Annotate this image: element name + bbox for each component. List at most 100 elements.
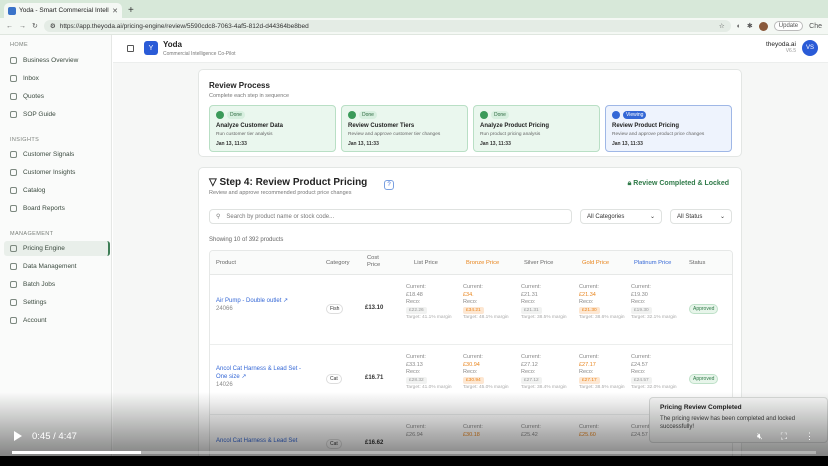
sidebar-item-label: Business Overview xyxy=(23,57,79,64)
header-list-price[interactable]: List Price xyxy=(414,260,438,266)
check-icon xyxy=(348,111,356,119)
more-options-icon[interactable]: ⋮ xyxy=(805,431,814,442)
category-select[interactable]: All Categories ⌄ xyxy=(580,209,662,224)
report-icon xyxy=(10,205,17,212)
header-silver-price[interactable]: Silver Price xyxy=(524,260,553,266)
product-name-link[interactable]: Air Pump - Double outlet ↗ xyxy=(216,297,308,305)
target-margin: Target: 41.0% margin xyxy=(406,385,452,390)
reco-value: £30.94 xyxy=(463,376,484,384)
app-header: Y Yoda Commercial Intelligence Co-Pilot … xyxy=(113,35,828,63)
site-info-icon[interactable]: ⚙ xyxy=(50,22,56,30)
status-select-value: All Status xyxy=(677,213,703,220)
screen: Yoda - Smart Commercial Intellig ✕ + ← →… xyxy=(0,0,828,466)
sidebar-item-customer-signals[interactable]: Customer Signals xyxy=(4,147,110,162)
reco-label: Reco: xyxy=(521,299,536,305)
sidebar-item-board-reports[interactable]: Board Reports xyxy=(4,201,110,216)
database-icon xyxy=(10,263,17,270)
header-category[interactable]: Category xyxy=(326,260,350,266)
gear-icon xyxy=(10,299,17,306)
reco-label: Reco: xyxy=(406,369,421,375)
sidebar-item-settings[interactable]: Settings xyxy=(4,295,110,310)
status-select[interactable]: All Status ⌄ xyxy=(670,209,732,224)
sidebar-item-sop-guide[interactable]: SOP Guide xyxy=(4,107,110,122)
video-right-controls: 🔇︎ ⛶ ⋮ xyxy=(757,431,814,442)
header-product[interactable]: Product xyxy=(216,260,236,266)
chevron-down-icon: ⌄ xyxy=(649,214,655,220)
sidebar-item-pricing-engine[interactable]: Pricing Engine xyxy=(4,241,110,256)
step-date: Jan 13, 11:33 xyxy=(480,141,511,147)
info-icon[interactable]: ? xyxy=(384,180,394,190)
step4-subtitle: Review and approve recommended product p… xyxy=(209,190,352,196)
current-label: Current: xyxy=(406,354,426,360)
step-description: Run customer tier analysis xyxy=(216,132,273,137)
header-cost-price[interactable]: Cost Price xyxy=(367,255,387,269)
sidebar-item-catalog[interactable]: Catalog xyxy=(4,183,110,198)
status-badge: Done xyxy=(227,111,245,119)
current-label: Current: xyxy=(631,284,651,290)
browser-tab[interactable]: Yoda - Smart Commercial Intellig ✕ xyxy=(4,3,122,18)
silver-price-cell: Current: £27.12 Reco: £27.12 Target: 38.4% m… xyxy=(521,354,567,392)
step-card-review-product-pricing[interactable]: Viewing Review Product Pricing Review an… xyxy=(605,105,732,152)
eye-icon xyxy=(612,111,620,119)
profile-avatar[interactable] xyxy=(758,21,768,31)
check-icon xyxy=(216,111,224,119)
fullscreen-icon[interactable]: ⛶ xyxy=(781,431,787,442)
chevron-down-icon: ⌄ xyxy=(719,214,725,220)
header-platinum-price[interactable]: Platinum Price xyxy=(634,260,671,266)
step-badge: Viewing xyxy=(612,111,647,119)
step-card-analyze-product-pricing[interactable]: Done Analyze Product Pricing Run product… xyxy=(473,105,600,152)
sidebar-item-customer-insights[interactable]: Customer Insights xyxy=(4,165,110,180)
target-margin: Target: 38.5% margin xyxy=(521,315,567,320)
sidebar-item-data-management[interactable]: Data Management xyxy=(4,259,110,274)
header-status[interactable]: Status xyxy=(689,260,705,266)
users-icon xyxy=(10,169,17,176)
reco-label: Reco: xyxy=(406,299,421,305)
header-bronze-price[interactable]: Bronze Price xyxy=(466,260,499,266)
sidebar-item-inbox[interactable]: Inbox xyxy=(4,71,110,86)
table-row[interactable]: Air Pump - Double outlet ↗ 24066 Fish £1… xyxy=(210,275,732,345)
close-tab-icon[interactable]: ✕ xyxy=(112,7,118,15)
sidebar-item-label: Catalog xyxy=(23,187,46,194)
sidebar-item-quotes[interactable]: Quotes xyxy=(4,89,110,104)
sidebar-section-insights: INSIGHTS xyxy=(10,137,40,143)
reload-icon[interactable]: ↻ xyxy=(32,22,38,30)
user-avatar[interactable]: VS xyxy=(802,40,818,56)
sidebar-item-label: Batch Jobs xyxy=(23,281,56,288)
tab-title: Yoda - Smart Commercial Intellig xyxy=(19,7,110,14)
product-search-input[interactable]: ⚲ Search by product name or stock code..… xyxy=(209,209,572,224)
video-progress-fill xyxy=(12,451,141,454)
url-text: https://app.theyoda.ai/pricing-engine/re… xyxy=(59,22,309,30)
step-card-review-customer-tiers[interactable]: Done Review Customer Tiers Review and ap… xyxy=(341,105,468,152)
sidebar-toggle-icon[interactable] xyxy=(127,45,134,52)
bookmark-star-icon[interactable]: ☆ xyxy=(719,22,725,30)
mute-icon[interactable]: 🔇︎ xyxy=(757,431,763,442)
sidebar-item-batch-jobs[interactable]: Batch Jobs xyxy=(4,277,110,292)
url-field[interactable]: ⚙ https://app.theyoda.ai/pricing-engine/… xyxy=(43,20,731,32)
step-badge: Done xyxy=(348,111,377,119)
sidebar-item-label: Customer Insights xyxy=(23,169,76,176)
sidebar-item-business-overview[interactable]: Business Overview xyxy=(4,53,110,68)
new-tab-icon[interactable]: + xyxy=(128,5,134,16)
extra-tab-label[interactable]: Che xyxy=(809,23,822,30)
current-value: £27.17 xyxy=(579,361,596,368)
extension-icon[interactable]: ◐ xyxy=(737,23,741,30)
back-icon[interactable]: ← xyxy=(6,23,13,30)
status-badge: Done xyxy=(491,111,509,119)
step-card-analyze-customer-data[interactable]: Done Analyze Customer Data Run customer … xyxy=(209,105,336,152)
play-icon[interactable] xyxy=(14,431,22,441)
search-icon: ⚲ xyxy=(216,214,221,220)
sidebar-item-label: Customer Signals xyxy=(23,151,75,158)
puzzle-icon[interactable]: ✱ xyxy=(747,22,753,30)
sidebar-item-account[interactable]: Account xyxy=(4,313,110,328)
sidebar-section-management: MANAGEMENT xyxy=(10,231,54,237)
product-name-link[interactable]: Ancol Cat Harness & Lead Set - One size … xyxy=(216,365,308,381)
update-button[interactable]: Update xyxy=(773,21,804,31)
category-badge: Cat xyxy=(326,374,342,384)
video-time: 0:45 / 4:47 xyxy=(32,430,77,442)
header-gold-price[interactable]: Gold Price xyxy=(582,260,609,266)
video-progress-bar[interactable] xyxy=(12,451,816,454)
forward-icon[interactable]: → xyxy=(19,23,26,30)
reco-label: Reco: xyxy=(631,299,646,305)
target-margin: Target: 41.1% margin xyxy=(406,315,452,320)
current-value: £21.34 xyxy=(579,291,596,298)
